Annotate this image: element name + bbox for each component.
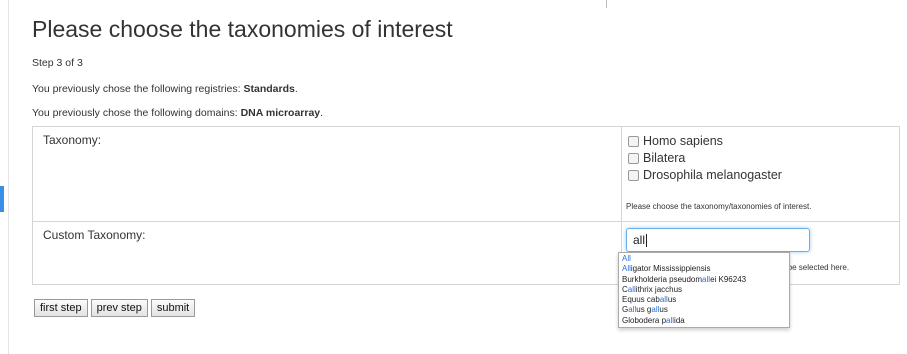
text-caret [646,234,648,248]
step-indicator: Step 3 of 3 [32,57,83,69]
taxonomy-option-drosophila[interactable]: Drosophila melanogaster [626,167,895,184]
domains-value: DNA microarray [240,107,321,119]
submit-button[interactable]: submit [150,299,196,317]
autocomplete-item[interactable]: Callithrix jacchus [619,285,789,295]
registries-prefix: You previously chose the following regis… [32,83,244,95]
domains-summary: You previously chose the following domai… [32,107,323,119]
domains-prefix: You previously chose the following domai… [32,107,241,119]
registries-period: . [294,83,298,95]
custom-taxonomy-label: Custom Taxonomy: [32,221,622,285]
autocomplete-item[interactable]: All [619,254,789,264]
autocomplete-item[interactable]: Equus caballus [619,295,789,305]
autocomplete-item[interactable]: Burkholderia pseudomallei K96243 [619,275,789,285]
autocomplete-item[interactable]: Alligator Mississippiensis [619,264,789,274]
registries-value: Standards [243,83,295,95]
domains-period: . [320,107,324,119]
step-buttons: first step prev step submit [34,299,196,317]
checkbox[interactable] [628,136,639,147]
side-tab-handle[interactable] [0,186,4,212]
autocomplete-item[interactable]: Gallus gallus [619,305,789,315]
autocomplete-item[interactable]: Globodera pallida [619,316,789,326]
registries-summary: You previously chose the following regis… [32,83,298,95]
prev-step-button[interactable]: prev step [90,299,148,317]
taxonomy-options-cell: Homo sapiens Bilatera Drosophila melanog… [621,126,900,222]
taxonomy-label: Taxonomy: [32,126,622,222]
left-panel-edge [0,0,9,354]
taxonomy-option-bilatera[interactable]: Bilatera [626,150,895,167]
taxonomy-option-homo-sapiens[interactable]: Homo sapiens [626,133,895,150]
first-step-button[interactable]: first step [34,299,88,317]
taxonomy-row: Taxonomy: Homo sapiens Bilatera Drosophi… [32,126,900,222]
autocomplete-dropdown: All Alligator Mississippiensis Burkholde… [618,252,790,329]
top-divider [606,0,607,8]
checkbox[interactable] [628,170,639,181]
page-title: Please choose the taxonomies of interest [32,16,453,42]
custom-taxonomy-input[interactable]: all [626,228,810,252]
checkbox[interactable] [628,153,639,164]
taxonomy-hint: Please choose the taxonomy/taxonomies of… [626,202,812,211]
